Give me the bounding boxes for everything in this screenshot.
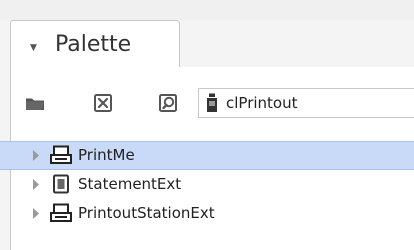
chevron-down-icon[interactable]: ▼ [30, 44, 37, 53]
tree-item-label: PrintMe [78, 146, 135, 164]
printer-icon [50, 202, 72, 224]
module-jar-icon [206, 93, 218, 113]
window-top-strip [0, 0, 414, 20]
expander-icon[interactable] [30, 170, 42, 199]
expander-icon[interactable] [30, 141, 42, 170]
document-icon [50, 173, 72, 195]
palette-tab-title: Palette [55, 32, 132, 57]
folder-icon[interactable] [24, 92, 46, 114]
tree-item-label: StatementExt [78, 175, 182, 193]
module-selector-value: clPrintout [226, 94, 298, 112]
palette-window: ▼ Palette clPrintout PrintMe StatementEx… [0, 0, 414, 250]
printer-icon [50, 144, 72, 166]
close-icon[interactable] [92, 92, 114, 114]
expander-icon[interactable] [30, 199, 42, 228]
tree-item-label: PrintoutStationExt [78, 204, 215, 222]
search-icon[interactable] [158, 92, 180, 114]
